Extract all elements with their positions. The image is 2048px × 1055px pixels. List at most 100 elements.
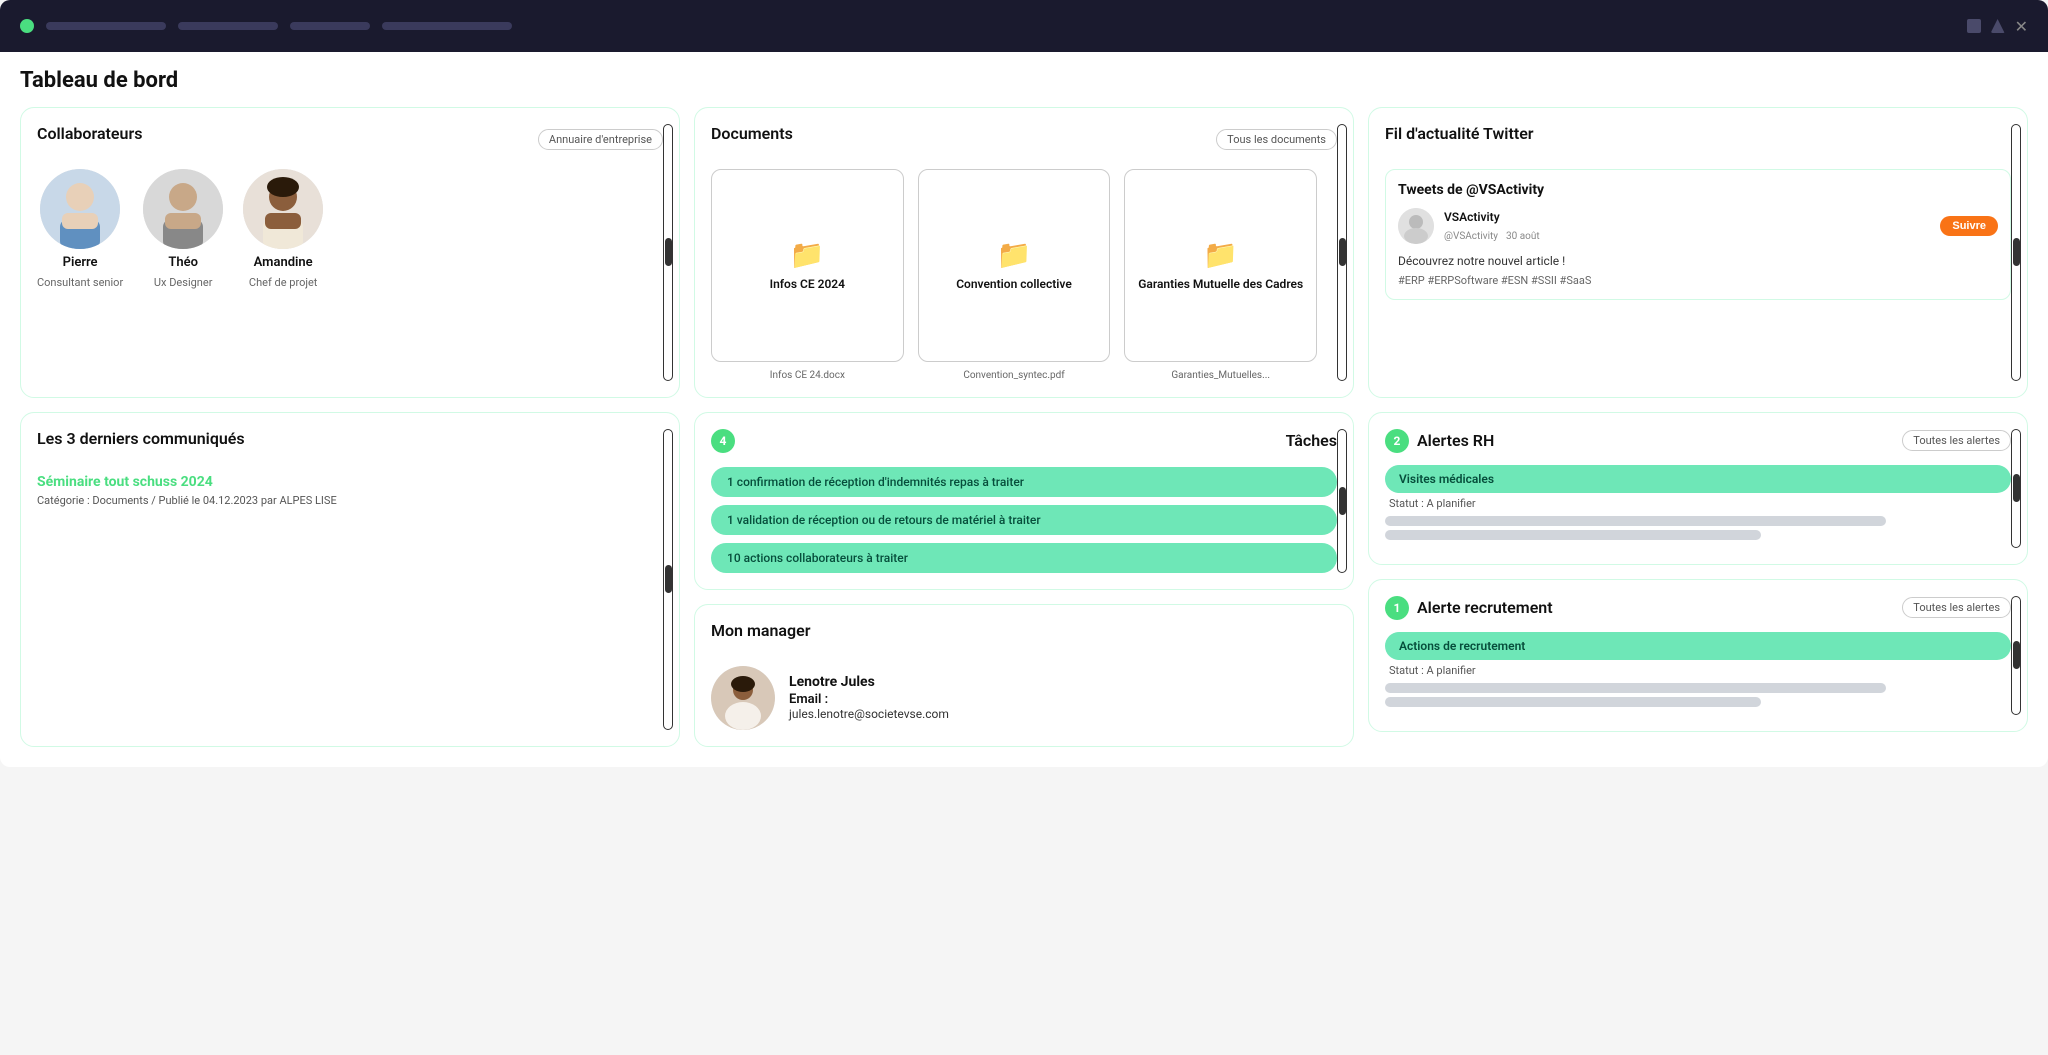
collaborator-theo[interactable]: Théo Ux Designer [143, 169, 223, 289]
avatar-theo [143, 169, 223, 249]
communiques-header: Les 3 derniers communiqués [37, 429, 663, 460]
tweet-user-info: VSActivity @VSActivity 30 août [1444, 210, 1540, 243]
tous-documents-link[interactable]: Tous les documents [1216, 129, 1337, 150]
task-item-1[interactable]: 1 validation de réception ou de retours … [711, 505, 1337, 535]
scrollbar-thumb-alertes-rh [2013, 474, 2020, 502]
communique-meta: Catégorie : Documents / Publié le 04.12.… [37, 494, 663, 507]
communiques-scrollbar[interactable] [663, 429, 673, 730]
collab-role-theo: Ux Designer [154, 276, 213, 289]
manager-header: Mon manager [711, 621, 1337, 652]
collaborator-pierre[interactable]: Pierre Consultant senior [37, 169, 123, 289]
collaborateurs-card: Collaborateurs Annuaire d'entreprise Pie… [20, 107, 680, 398]
task-item-0[interactable]: 1 confirmation de réception d'indemnités… [711, 467, 1337, 497]
titlebar-controls: ✕ [1967, 17, 2028, 36]
tweet-avatar [1398, 208, 1434, 244]
communique-item-title[interactable]: Séminaire tout schuss 2024 [37, 474, 663, 490]
scrollbar-thumb-docs [1339, 238, 1346, 266]
collaborateurs-header: Collaborateurs Annuaire d'entreprise [37, 124, 663, 155]
alertes-rh-badge: 2 [1385, 429, 1409, 453]
manager-title: Mon manager [711, 621, 810, 640]
doc-folder-2: 📁 Garanties Mutuelle des Cadres [1124, 169, 1317, 362]
document-item-2[interactable]: 📁 Garanties Mutuelle des Cadres Garantie… [1124, 169, 1317, 381]
alertes-rh-scrollbar[interactable] [2011, 429, 2021, 548]
alerte-recrutement-placeholder-2 [1385, 697, 1761, 707]
tweet-date: 30 août [1506, 231, 1540, 242]
collab-name-theo: Théo [168, 255, 198, 270]
collaborator-amandine[interactable]: Amandine Chef de projet [243, 169, 323, 289]
page: Tableau de bord Collaborateurs Annuaire … [0, 52, 2048, 767]
avatar-pierre [40, 169, 120, 249]
toutes-alertes-recrutement-link[interactable]: Toutes les alertes [1902, 597, 2011, 618]
taches-scrollbar[interactable] [1337, 429, 1347, 573]
doc-label-2: Garanties Mutuelle des Cadres [1138, 277, 1303, 293]
alertes-rh-item-bar[interactable]: Visites médicales [1385, 465, 2011, 493]
titlebar-bar-2 [178, 22, 278, 30]
titlebar-bar-1 [46, 22, 166, 30]
tweet-section: Tweets de @VSActivity VSActivity @VSActi… [1385, 169, 2011, 300]
manager-email-label: Email : [789, 692, 949, 707]
middle-bottom-column: 4 Tâches 1 confirmation de réception d'i… [694, 412, 1354, 747]
suivre-button[interactable]: Suivre [1940, 216, 1998, 236]
doc-folder-1: 📁 Convention collective [918, 169, 1111, 362]
collaborators-grid: Pierre Consultant senior Théo Ux De [37, 169, 663, 289]
tweet-handle: @VSActivity [1444, 231, 1498, 242]
titlebar-bar-3 [290, 22, 370, 30]
folder-icon-0: 📁 [790, 238, 825, 271]
manager-email: jules.lenotre@societevse.com [789, 707, 949, 721]
alerte-recrutement-title: Alerte recrutement [1417, 598, 1553, 617]
titlebar-square-icon[interactable] [1967, 19, 1981, 33]
doc-filename-1: Convention_syntec.pdf [963, 370, 1064, 381]
manager-info: Lenotre Jules Email : jules.lenotre@soci… [789, 674, 949, 721]
twitter-card: Fil d'actualité Twitter Tweets de @VSAct… [1368, 107, 2028, 398]
alerte-recrutement-badge: 1 [1385, 596, 1409, 620]
toutes-alertes-rh-link[interactable]: Toutes les alertes [1902, 430, 2011, 451]
doc-filename-2: Garanties_Mutuelles... [1171, 370, 1270, 381]
alertes-rh-placeholder-1 [1385, 516, 1886, 526]
tweet-content: Découvrez notre nouvel article ! [1398, 252, 1998, 270]
taches-badge: 4 [711, 429, 735, 453]
alertes-rh-card: 2 Alertes RH Toutes les alertes Visites … [1368, 412, 2028, 565]
twitter-scrollbar[interactable] [2011, 124, 2021, 381]
document-item-1[interactable]: 📁 Convention collective Convention_synte… [918, 169, 1111, 381]
scrollbar-thumb-taches [1339, 487, 1346, 515]
tweet-user-row: VSActivity @VSActivity 30 août Suivre [1398, 208, 1998, 244]
titlebar: ✕ [0, 0, 2048, 52]
manager-avatar [711, 666, 775, 730]
tweet-hashtags: #ERP #ERPSoftware #ESN #SSII #SaaS [1398, 274, 1998, 287]
annuaire-link[interactable]: Annuaire d'entreprise [538, 129, 663, 150]
collaborateurs-scrollbar[interactable] [663, 124, 673, 381]
alerte-recrutement-header: 1 Alerte recrutement Toutes les alertes [1385, 596, 2011, 620]
manager-card: Mon manager Lenotre Jules Email : jules.… [694, 604, 1354, 747]
collab-name-pierre: Pierre [63, 255, 98, 270]
alertes-rh-header: 2 Alertes RH Toutes les alertes [1385, 429, 2011, 453]
doc-label-1: Convention collective [956, 277, 1072, 293]
documents-card: Documents Tous les documents 📁 Infos CE … [694, 107, 1354, 398]
titlebar-dot [20, 19, 34, 33]
document-item-0[interactable]: 📁 Infos CE 2024 Infos CE 24.docx [711, 169, 904, 381]
tweet-username: VSActivity [1444, 210, 1540, 224]
manager-row: Lenotre Jules Email : jules.lenotre@soci… [711, 666, 1337, 730]
alerte-recrutement-scrollbar[interactable] [2011, 596, 2021, 715]
taches-header: 4 Tâches [711, 429, 1337, 453]
avatar-amandine [243, 169, 323, 249]
titlebar-triangle-icon[interactable] [1991, 19, 2005, 33]
twitter-header: Fil d'actualité Twitter [1385, 124, 2011, 155]
doc-filename-0: Infos CE 24.docx [770, 370, 845, 381]
documents-scrollbar[interactable] [1337, 124, 1347, 381]
alerte-recrutement-item-bar[interactable]: Actions de recrutement [1385, 632, 2011, 660]
task-item-2[interactable]: 10 actions collaborateurs à traiter [711, 543, 1337, 573]
doc-folder-0: 📁 Infos CE 2024 [711, 169, 904, 362]
scrollbar-thumb [665, 238, 672, 266]
twitter-title: Fil d'actualité Twitter [1385, 124, 1534, 143]
taches-title: Tâches [1286, 431, 1337, 450]
documents-header: Documents Tous les documents [711, 124, 1337, 155]
titlebar-close-icon[interactable]: ✕ [2015, 17, 2028, 36]
documents-grid: 📁 Infos CE 2024 Infos CE 24.docx 📁 Conve… [711, 169, 1337, 381]
collab-role-amandine: Chef de projet [249, 276, 318, 289]
tweet-title: Tweets de @VSActivity [1398, 182, 1998, 198]
scrollbar-thumb-twitter [2013, 238, 2020, 266]
scrollbar-thumb-alerte-recrutement [2013, 641, 2020, 669]
scrollbar-thumb-comm [665, 565, 672, 593]
folder-icon-1: 📁 [997, 238, 1032, 271]
alertes-rh-status: Statut : A planifier [1385, 497, 2011, 510]
